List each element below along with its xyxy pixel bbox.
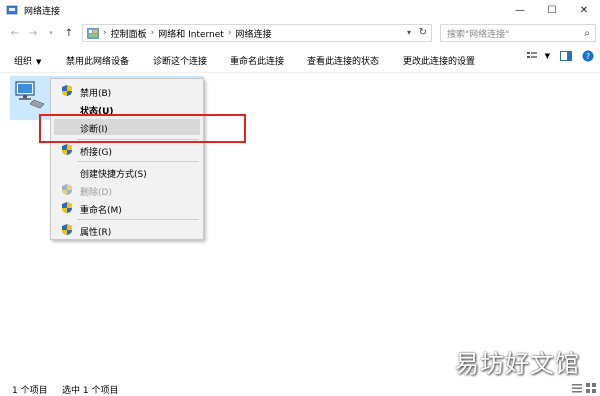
back-arrow-icon[interactable]: ←: [8, 22, 22, 44]
breadcrumb-separator: ›: [150, 28, 155, 38]
menu-separator: [77, 219, 199, 220]
shield-icon: [62, 85, 72, 96]
menu-item-label: 禁用(B): [80, 89, 112, 99]
change-settings-button[interactable]: 更改此连接的设置: [403, 54, 475, 67]
shield-icon: [62, 184, 72, 195]
menu-separator: [77, 161, 199, 162]
control-panel-icon: [87, 27, 99, 39]
search-icon: ⌕: [584, 27, 590, 39]
maximize-button[interactable]: ☐: [536, 0, 568, 20]
menu-item-label: 桥接(G): [80, 148, 112, 158]
refresh-icon[interactable]: ↻: [419, 27, 427, 38]
search-input[interactable]: 搜索"网络连接" ⌕: [440, 24, 596, 42]
view-dropdown-icon[interactable]: ▼: [545, 52, 550, 60]
view-options-icon[interactable]: [526, 51, 539, 61]
menu-item-delete: 删除(D): [54, 182, 200, 198]
menu-item-label: 重命名(M): [80, 206, 122, 216]
menu-item-rename[interactable]: 重命名(M): [54, 200, 200, 216]
svg-text:?: ?: [586, 52, 590, 61]
menu-item-properties[interactable]: 属性(R): [54, 222, 200, 238]
breadcrumb-control-panel[interactable]: 控制面板: [111, 27, 147, 40]
breadcrumb-network-internet[interactable]: 网络和 Internet: [158, 27, 224, 40]
organize-label: 组织: [14, 57, 33, 67]
view-status-button[interactable]: 查看此连接的状态: [307, 54, 379, 67]
menu-item-label: 删除(D): [80, 188, 112, 198]
forward-arrow-icon[interactable]: →: [26, 22, 40, 44]
command-bar: 组织 ▼ 禁用此网络设备 诊断这个连接 重命名此连接 查看此连接的状态 更改此连接…: [0, 46, 600, 73]
network-adapter-icon: [15, 81, 45, 109]
breadcrumb-network-connections[interactable]: 网络连接: [235, 27, 271, 40]
tiles-view-icon[interactable]: [586, 383, 596, 393]
up-arrow-icon[interactable]: ↑: [62, 22, 76, 44]
organize-menu[interactable]: 组织 ▼: [14, 54, 41, 67]
window-title: 网络连接: [24, 6, 61, 17]
menu-item-label: 属性(R): [80, 228, 112, 238]
menu-item-disable[interactable]: 禁用(B): [54, 83, 200, 99]
details-view-icon[interactable]: [572, 383, 582, 393]
menu-item-label: 创建快捷方式(S): [80, 170, 147, 180]
selected-count: 选中 1 个项目: [62, 386, 119, 396]
help-icon[interactable]: ?: [582, 50, 594, 62]
diagnose-connection-button[interactable]: 诊断这个连接: [153, 54, 207, 67]
shield-icon: [62, 144, 72, 155]
caret-down-icon: ▼: [36, 58, 42, 66]
highlight-annotation: [39, 114, 246, 143]
search-placeholder: 搜索"网络连接": [447, 29, 510, 40]
minimize-button[interactable]: —: [504, 0, 536, 20]
address-bar[interactable]: › 控制面板 › 网络和 Internet › 网络连接 ▾ ↻: [82, 24, 432, 42]
menu-item-bridge[interactable]: 桥接(G): [54, 142, 200, 158]
disable-device-button[interactable]: 禁用此网络设备: [66, 54, 129, 67]
preview-pane-icon[interactable]: [560, 51, 572, 61]
shield-icon: [62, 202, 72, 213]
network-folder-icon: [6, 4, 18, 16]
window-controls: — ☐ ✕: [504, 0, 600, 20]
status-bar: 1 个项目 选中 1 个项目: [0, 380, 600, 396]
watermark: 易坊好文馆: [455, 350, 580, 378]
close-button[interactable]: ✕: [568, 0, 600, 20]
breadcrumb-separator: ›: [227, 28, 232, 38]
address-row: ← → ▾ ↑ › 控制面板 › 网络和 Internet › 网络连接 ▾ ↻…: [0, 22, 600, 44]
breadcrumb-separator: ›: [103, 28, 107, 38]
context-menu: 禁用(B) 状态(U) 诊断(I) 桥接(G) 创建快捷方式(S) 删除(D) …: [50, 78, 204, 240]
shield-icon: [62, 224, 72, 235]
recent-dropdown-icon[interactable]: ▾: [44, 22, 58, 44]
menu-item-create-shortcut[interactable]: 创建快捷方式(S): [54, 164, 200, 180]
address-dropdown-icon[interactable]: ▾: [407, 28, 411, 37]
item-count: 1 个项目: [12, 386, 48, 396]
rename-connection-button[interactable]: 重命名此连接: [230, 54, 284, 67]
